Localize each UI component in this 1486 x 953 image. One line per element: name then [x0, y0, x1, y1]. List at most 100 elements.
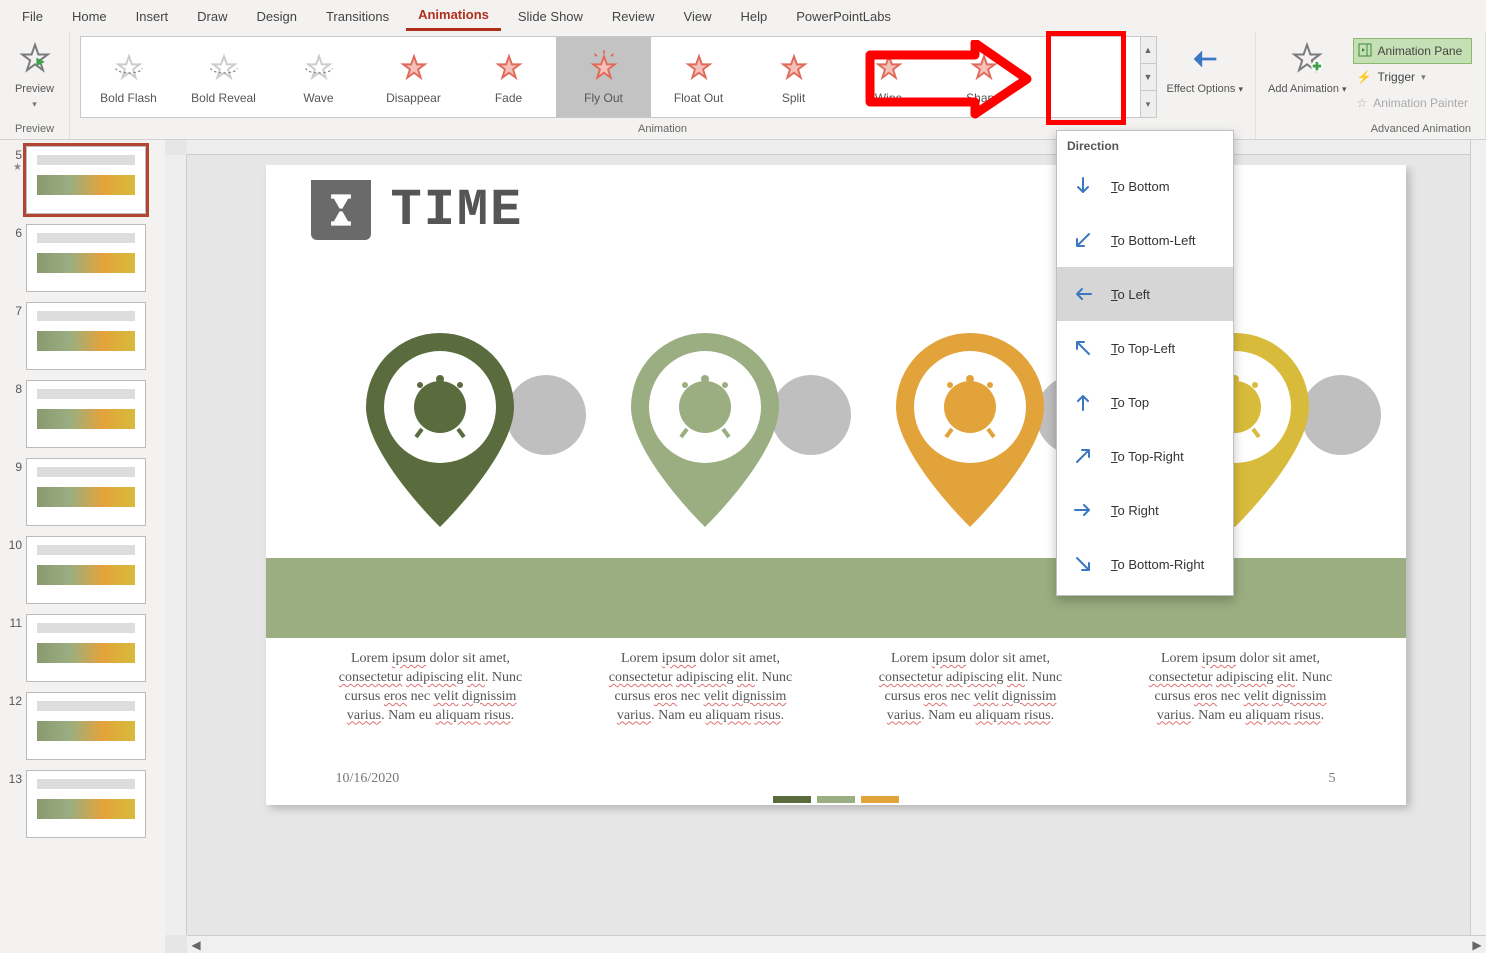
star-icon — [301, 49, 337, 85]
animation-disappear[interactable]: Disappear — [366, 37, 461, 117]
animation-bold-reveal[interactable]: Bold Reveal — [176, 37, 271, 117]
menu-tabs: FileHomeInsertDrawDesignTransitionsAnima… — [0, 0, 1486, 32]
animation-fly-out[interactable]: Fly Out — [556, 37, 651, 117]
gallery-scroll[interactable]: ▲ ▼ ▾ — [1141, 36, 1157, 118]
star-icon — [396, 49, 432, 85]
animation-painter-button: ☆ Animation Painter — [1353, 90, 1472, 116]
paragraph-1: Lorem ipsum dolor sit amet, consectetur … — [326, 650, 536, 726]
tab-design[interactable]: Design — [245, 3, 309, 30]
animation-pane-icon — [1358, 43, 1372, 60]
arrow-n-icon — [1071, 390, 1095, 414]
scroll-left-icon[interactable]: ◀ — [187, 936, 205, 953]
tab-insert[interactable]: Insert — [124, 3, 181, 30]
thumbnail-slide-10[interactable] — [26, 536, 146, 604]
animation-fade[interactable]: Fade — [461, 37, 556, 117]
direction-to-top-right[interactable]: To Top-Right — [1057, 429, 1233, 483]
star-icon — [206, 49, 242, 85]
trigger-button[interactable]: ⚡ Trigger ▾ — [1353, 64, 1472, 90]
thumbnail-slide-11[interactable] — [26, 614, 146, 682]
animation-gallery[interactable]: Bold FlashBold RevealWaveDisappearFadeFl… — [80, 36, 1141, 118]
effect-options-icon — [1188, 38, 1222, 80]
preview-label: Preview — [15, 83, 54, 96]
vertical-ruler — [165, 155, 187, 935]
ribbon: Preview ▾ Preview Bold FlashBold RevealW… — [0, 32, 1486, 140]
timeline-graphic — [266, 325, 1406, 550]
star-icon — [966, 49, 1002, 85]
tab-powerpointlabs[interactable]: PowerPointLabs — [784, 3, 903, 30]
paragraph-2: Lorem ipsum dolor sit amet, consectetur … — [596, 650, 806, 726]
arrow-e-icon — [1071, 498, 1095, 522]
effect-options-menu: Direction To BottomTo Bottom-LeftTo Left… — [1056, 130, 1234, 596]
animation-wipe[interactable]: Wipe — [841, 37, 936, 117]
preview-group-label: Preview — [6, 120, 63, 139]
star-icon — [586, 49, 622, 85]
thumbnail-slide-12[interactable] — [26, 692, 146, 760]
tab-review[interactable]: Review — [600, 3, 667, 30]
gallery-down-icon[interactable]: ▼ — [1141, 64, 1156, 91]
animation-pane-button[interactable]: Animation Pane — [1353, 38, 1472, 64]
color-tabs — [773, 796, 899, 803]
effect-menu-header: Direction — [1057, 131, 1233, 159]
slide-title: TIME — [391, 181, 524, 240]
star-icon — [681, 49, 717, 85]
animation-wave[interactable]: Wave — [271, 37, 366, 117]
tab-help[interactable]: Help — [729, 3, 780, 30]
timeline-pin-3 — [886, 325, 1054, 535]
direction-to-left[interactable]: To Left — [1057, 267, 1233, 321]
star-icon — [111, 49, 147, 85]
tab-file[interactable]: File — [10, 3, 55, 30]
direction-to-bottom[interactable]: To Bottom — [1057, 159, 1233, 213]
star-icon — [491, 49, 527, 85]
direction-to-bottom-right[interactable]: To Bottom-Right — [1057, 537, 1233, 591]
vertical-scrollbar[interactable] — [1470, 140, 1486, 953]
thumbnail-slide-8[interactable] — [26, 380, 146, 448]
slide-canvas[interactable]: TIME Lorem ipsum dolor sit amet, consect… — [266, 165, 1406, 805]
preview-star-icon — [18, 38, 52, 80]
paragraph-4: Lorem ipsum dolor sit amet, consectetur … — [1136, 650, 1346, 726]
slide-page-number: 5 — [1329, 771, 1336, 787]
direction-to-top-left[interactable]: To Top-Left — [1057, 321, 1233, 375]
gallery-up-icon[interactable]: ▲ — [1141, 37, 1156, 64]
animation-bold-flash[interactable]: Bold Flash — [81, 37, 176, 117]
paragraph-row: Lorem ipsum dolor sit amet, consectetur … — [326, 650, 1346, 726]
thumbnail-slide-7[interactable] — [26, 302, 146, 370]
green-band — [266, 558, 1406, 638]
horizontal-scrollbar[interactable]: ◀ ▶ — [187, 935, 1486, 953]
tab-home[interactable]: Home — [60, 3, 119, 30]
animation-shape[interactable]: Shape — [936, 37, 1031, 117]
advanced-animation-group-label: Advanced Animation — [1262, 120, 1479, 139]
thumbnail-slide-6[interactable] — [26, 224, 146, 292]
star-icon — [871, 49, 907, 85]
thumbnail-slide-5[interactable] — [26, 146, 146, 214]
add-animation-button[interactable]: Add Animation ▾ — [1262, 34, 1353, 98]
timeline-pin-1 — [356, 325, 524, 535]
effect-options-button[interactable]: Effect Options ▾ — [1161, 34, 1249, 98]
tab-animations[interactable]: Animations — [406, 1, 501, 31]
direction-to-top[interactable]: To Top — [1057, 375, 1233, 429]
arrow-s-icon — [1071, 174, 1095, 198]
tab-slide-show[interactable]: Slide Show — [506, 3, 595, 30]
animation-painter-icon: ☆ — [1357, 96, 1368, 110]
direction-to-bottom-left[interactable]: To Bottom-Left — [1057, 213, 1233, 267]
preview-button[interactable]: Preview ▾ — [6, 34, 64, 112]
title-badge-icon — [311, 180, 371, 240]
arrow-se-icon — [1071, 552, 1095, 576]
scroll-right-icon[interactable]: ▶ — [1468, 936, 1486, 953]
paragraph-3: Lorem ipsum dolor sit amet, consectetur … — [866, 650, 1076, 726]
horizontal-ruler — [187, 140, 1486, 155]
thumbnail-slide-9[interactable] — [26, 458, 146, 526]
tab-draw[interactable]: Draw — [185, 3, 239, 30]
tab-view[interactable]: View — [672, 3, 724, 30]
gallery-more-icon[interactable]: ▾ — [1141, 91, 1156, 117]
direction-to-right[interactable]: To Right — [1057, 483, 1233, 537]
thumbnail-slide-13[interactable] — [26, 770, 146, 838]
timeline-pin-2 — [621, 325, 789, 535]
slide-date: 10/16/2020 — [336, 771, 400, 787]
arrow-ne-icon — [1071, 444, 1095, 468]
tab-transitions[interactable]: Transitions — [314, 3, 401, 30]
slide-editor: TIME Lorem ipsum dolor sit amet, consect… — [165, 140, 1486, 953]
slide-thumbnails[interactable]: 5★678910111213 — [0, 140, 165, 953]
arrow-w-icon — [1071, 282, 1095, 306]
animation-split[interactable]: Split — [746, 37, 841, 117]
animation-float-out[interactable]: Float Out — [651, 37, 746, 117]
